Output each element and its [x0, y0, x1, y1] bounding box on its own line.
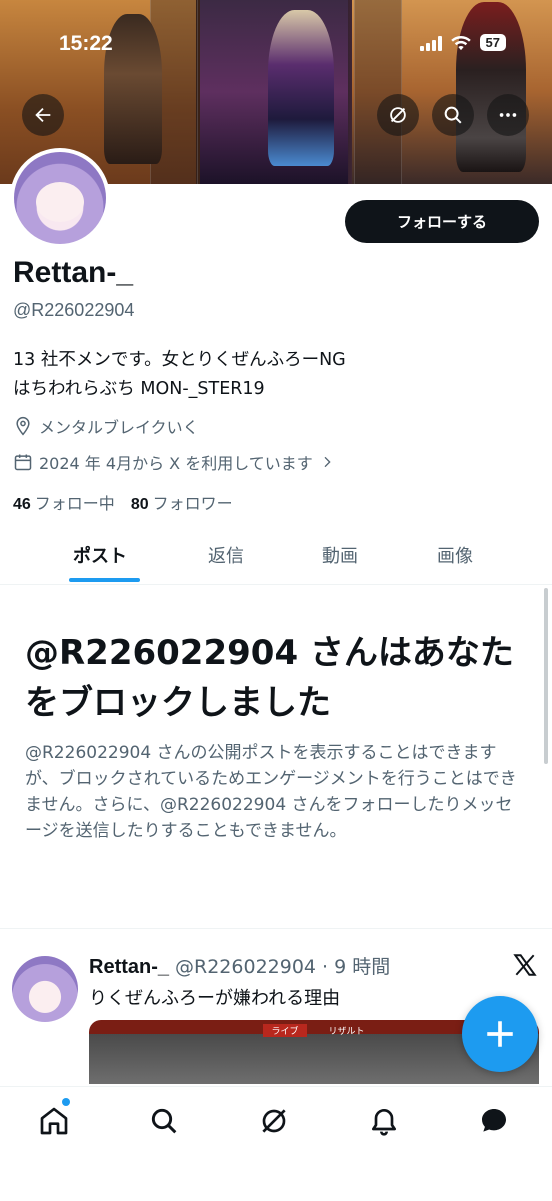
post-meta: @R226022904 · 9 時間: [175, 956, 391, 978]
profile-avatar[interactable]: [10, 148, 110, 248]
bio-line: はちわれらぶち MON-_STER19: [13, 379, 265, 399]
post-header: Rettan-_ @R226022904 · 9 時間: [89, 952, 390, 979]
home-icon: [40, 1107, 68, 1135]
profile-bio: 13 社不メンです。女とりくぜんふろーNG はちわれらぶち MON-_STER1…: [13, 346, 346, 404]
message-icon: [482, 1109, 506, 1132]
banner-character: [268, 10, 334, 166]
active-tab-indicator: [69, 578, 140, 582]
followers-link[interactable]: 80 フォロワー: [131, 490, 233, 514]
post-text: りくぜんふろーが嫌われる理由: [89, 988, 341, 1009]
wifi-icon: [450, 35, 471, 50]
media-tab: リザルト: [328, 1027, 365, 1037]
followers-label: フォロワー: [152, 494, 233, 513]
nav-home[interactable]: [38, 1105, 70, 1137]
display-name: Rettan-_: [13, 256, 134, 289]
nav-notifications[interactable]: [368, 1105, 400, 1137]
follow-counts: 46 フォロー中 80 フォロワー: [13, 490, 233, 514]
post-avatar[interactable]: [12, 956, 78, 1022]
tab-replies[interactable]: 返信: [208, 542, 244, 568]
banner-character: [456, 2, 526, 172]
joined-text: 2024 年 4月から X を利用しています: [39, 454, 313, 473]
x-logo-icon: [513, 954, 537, 976]
nav-grok[interactable]: [258, 1105, 290, 1137]
back-arrow-icon: [35, 107, 51, 123]
post-author[interactable]: Rettan-_: [89, 956, 169, 978]
back-button[interactable]: [22, 94, 64, 136]
search-icon: [444, 106, 462, 124]
scrollbar[interactable]: [544, 588, 548, 764]
blocked-title: @R226022904 さんはあなたをブロックしました: [25, 633, 514, 723]
more-button[interactable]: [487, 94, 529, 136]
status-time: 15:22: [59, 32, 113, 55]
divider: [0, 928, 552, 929]
grok-button[interactable]: [377, 94, 419, 136]
calendar-icon: [14, 454, 32, 471]
plus-icon: [487, 1021, 513, 1047]
bell-icon: [372, 1109, 396, 1136]
bottom-nav: [0, 1086, 552, 1201]
nav-search[interactable]: [148, 1105, 180, 1137]
status-icons: 57: [419, 34, 506, 51]
user-handle: @R226022904: [13, 300, 135, 320]
profile-tabs: ポスト 返信 動画 画像: [0, 530, 552, 585]
chevron-right-icon: [324, 456, 331, 468]
signal-icon: [419, 35, 442, 51]
avatar-image: [14, 152, 106, 244]
location-text: メンタルブレイクいく: [39, 418, 199, 437]
location-pin-icon: [16, 416, 30, 436]
blocked-description: @R226022904 さんの公開ポストを表示することはできますが、ブロックされ…: [25, 743, 517, 841]
bio-line: 13 社不メンです。女とりくぜんふろーNG: [13, 350, 346, 370]
banner-panel: [354, 0, 402, 184]
following-count: 46: [13, 496, 31, 513]
nav-messages[interactable]: [478, 1105, 510, 1137]
tab-videos[interactable]: 動画: [322, 542, 358, 568]
search-icon: [151, 1108, 177, 1134]
battery-icon: 57: [479, 34, 506, 51]
media-tab: ライブ: [263, 1024, 307, 1037]
grok-icon: [262, 1109, 286, 1133]
tab-posts[interactable]: ポスト: [73, 542, 127, 568]
grok-icon: [390, 107, 406, 123]
notification-dot: [62, 1098, 70, 1106]
following-link[interactable]: 46 フォロー中: [13, 490, 115, 514]
following-label: フォロー中: [34, 494, 115, 513]
tab-images[interactable]: 画像: [437, 542, 473, 568]
followers-count: 80: [130, 496, 149, 513]
profile-joined[interactable]: 2024 年 4月から X を利用しています: [13, 450, 335, 474]
search-button[interactable]: [432, 94, 474, 136]
compose-button[interactable]: [462, 996, 538, 1072]
follow-button[interactable]: フォローする: [345, 200, 539, 243]
profile-location: メンタルブレイクいく: [13, 414, 199, 438]
more-icon: [499, 113, 517, 117]
